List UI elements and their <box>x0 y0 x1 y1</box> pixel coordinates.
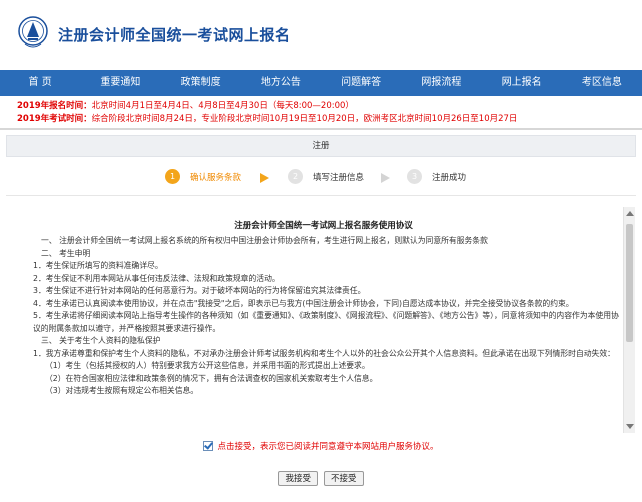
schedule-notice: 2019年报名时间：北京时间4月1日至4月4日、4月8日至4月30日（每天8:0… <box>0 97 642 130</box>
nav-item-online-registration[interactable]: 网上报名 <box>482 70 562 96</box>
agreement-line: （1）考生（包括其授权的人）特别要求我方公开这些信息，并采用书面的形式提出上述要… <box>45 361 370 370</box>
agree-text: 点击接受，表示您已阅读并同意遵守本网站用户服务协议。 <box>217 442 439 452</box>
step-success: 3 注册成功 <box>407 169 466 184</box>
main-nav: 首 页 重要通知 政策制度 地方公告 问题解答 网报流程 网上报名 考区信息 <box>0 70 642 96</box>
agreement-title: 注册会计师全国统一考试网上报名服务使用协议 <box>234 221 413 231</box>
registration-steps: 1 确认服务条款 2 填写注册信息 3 注册成功 <box>0 165 642 191</box>
agreement-line: 1．考生保证所填写的资料准确详尽。 <box>33 261 163 270</box>
nav-item-faq[interactable]: 问题解答 <box>321 70 401 96</box>
step-number: 2 <box>288 169 303 184</box>
agreement-line: 2．考生保证不利用本网站从事任何违反法律、法规和政策规章的活动。 <box>33 273 280 283</box>
agreement-line: （2）在符合国家相应法律和政策条例的情况下，拥有合法调查权的国家机关索取考生个人… <box>45 373 378 383</box>
nav-item-local-announcements[interactable]: 地方公告 <box>241 70 321 96</box>
registration-time-value: 北京时间4月1日至4月4日、4月8日至4月30日（每天8:00—20:00） <box>91 101 354 111</box>
decline-button[interactable]: 不接受 <box>324 471 364 486</box>
nav-item-exam-area-info[interactable]: 考区信息 <box>562 70 642 96</box>
scroll-down-icon[interactable] <box>626 424 634 429</box>
agreement-line: 二、 考生申明 <box>41 248 91 258</box>
step-label: 确认服务条款 <box>190 172 242 183</box>
accept-button[interactable]: 我接受 <box>278 471 318 486</box>
agreement-scrollbar[interactable] <box>623 207 635 433</box>
nav-item-registration-process[interactable]: 网报流程 <box>401 70 481 96</box>
step-number: 3 <box>407 169 422 184</box>
step-arrow-icon <box>381 173 390 183</box>
step-arrow-icon <box>260 173 269 183</box>
scrollbar-thumb[interactable] <box>626 224 633 342</box>
agree-row: 点击接受，表示您已阅读并同意遵守本网站用户服务协议。 <box>0 440 642 452</box>
nav-item-policies[interactable]: 政策制度 <box>161 70 241 96</box>
step-fill-info: 2 填写注册信息 <box>288 169 364 184</box>
register-heading: 注册 <box>6 135 636 157</box>
agreement-line: 三、 关于考生个人资料的隐私保护 <box>41 336 161 345</box>
registration-time-notice: 2019年报名时间：北京时间4月1日至4月4日、4月8日至4月30日（每天8:0… <box>17 100 642 113</box>
agreement-line: 4．考生承诺已认真阅读本使用协议，并在点击"我接受"之后，即表示已与我方(中国注… <box>33 298 574 308</box>
step-label: 填写注册信息 <box>313 172 365 183</box>
exam-time-notice: 2019年考试时间：综合阶段北京时间8月24日，专业阶段北京时间10月19日至1… <box>17 113 642 126</box>
agree-checkbox[interactable] <box>203 441 214 451</box>
divider <box>6 195 636 196</box>
action-buttons: 我接受 不接受 <box>0 471 642 486</box>
nav-item-notices[interactable]: 重要通知 <box>80 70 160 96</box>
step-confirm-terms: 1 确认服务条款 <box>165 169 241 184</box>
scroll-up-icon[interactable] <box>626 211 634 216</box>
agreement-text-area[interactable]: 注册会计师全国统一考试网上报名服务使用协议 一、 注册会计师全国统一考试网上报名… <box>25 207 622 433</box>
header: 注册会计师全国统一考试网上报名 <box>0 0 642 70</box>
exam-time-value: 综合阶段北京时间8月24日，专业阶段北京时间10月19日至10月20日，欧洲考区… <box>91 114 518 124</box>
exam-time-label: 2019年考试时间： <box>17 114 92 124</box>
registration-time-label: 2019年报名时间： <box>17 101 92 111</box>
agreement-line: 5．考生承诺将仔细阅读本网站上指导考生操作的各种须知（如《重要通知》、《政策制度… <box>33 311 619 333</box>
site-title: 注册会计师全国统一考试网上报名 <box>58 26 291 44</box>
nav-item-home[interactable]: 首 页 <box>0 70 80 96</box>
agreement-line: 一、 注册会计师全国统一考试网上报名系统的所有权归中国注册会计师协会所有，考生进… <box>41 236 488 245</box>
agreement-line: （3）对违规考生按照有规定公布相关信息。 <box>45 386 199 395</box>
agreement-line: 3．考生保证不进行针对本网站的任何恶意行为。对于破坏本网站的行为将保留追究其法律… <box>33 286 366 295</box>
agreement-line: 1．我方承诺尊重和保护考生个人资料的隐私，不对承办注册会计师考试服务机构和考生个… <box>33 348 615 358</box>
cicpa-logo-icon <box>18 16 48 48</box>
step-label: 注册成功 <box>432 172 467 183</box>
step-number: 1 <box>165 169 180 184</box>
